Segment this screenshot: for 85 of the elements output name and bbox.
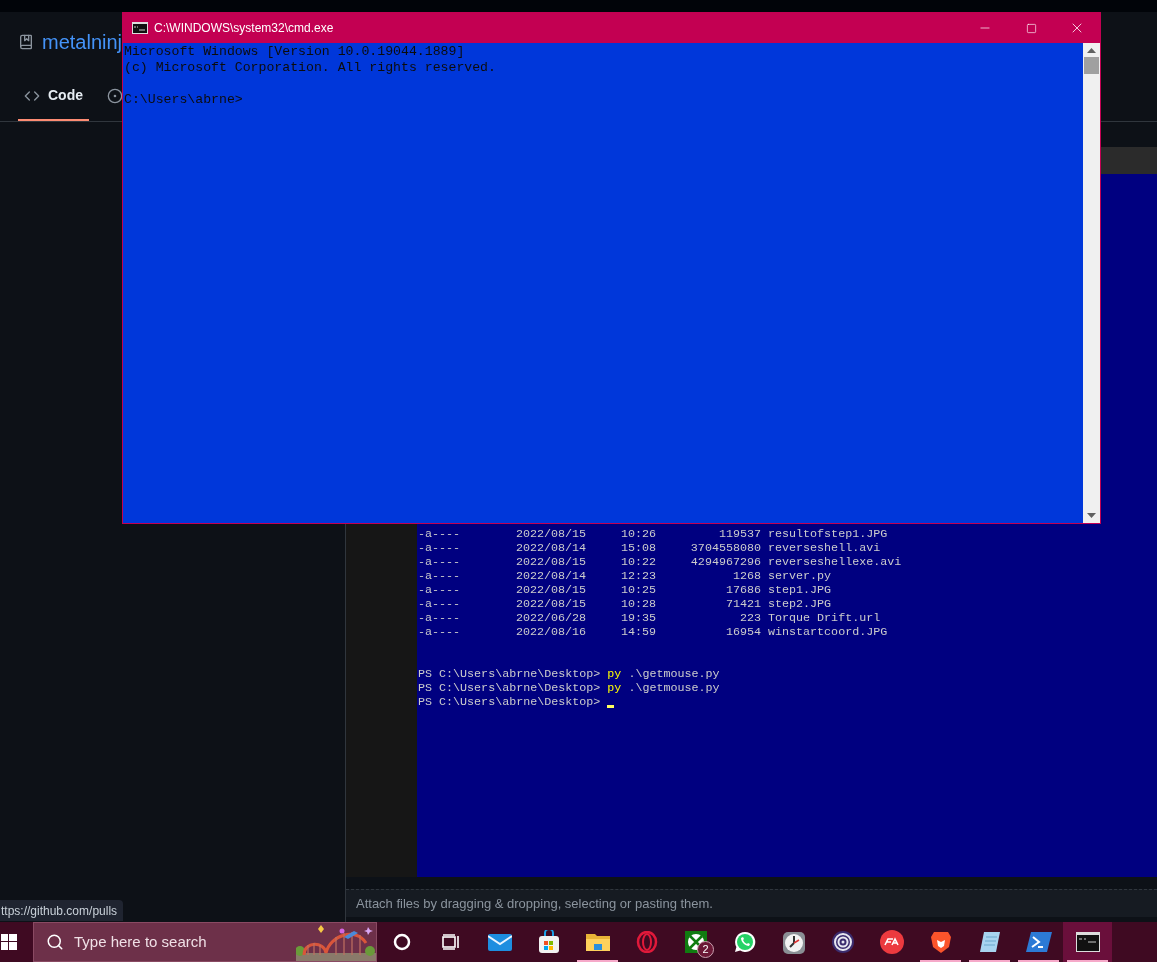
file-time: 19:35 <box>621 611 658 625</box>
file-time: 10:28 <box>621 597 658 611</box>
windows-logo-icon <box>1 934 17 950</box>
file-name: resultofstep1.JPG <box>768 527 888 541</box>
file-name: step1.JPG <box>768 583 832 597</box>
terminal-icon <box>1025 932 1052 952</box>
file-date: 2022/08/16 <box>516 625 588 639</box>
window-title: C:\WINDOWS\system32\cmd.exe <box>154 20 334 37</box>
attach-hint: Attach files by dragging & dropping, selecting or pasting them. <box>356 894 713 913</box>
file-mode: -a---- <box>418 597 462 611</box>
prompt-text: PS C:\Users\abrne\Desktop> <box>418 667 601 681</box>
file-length: 119537 <box>717 527 761 541</box>
sphere-icon <box>684 931 707 953</box>
swirl-icon <box>830 930 855 954</box>
file-length: 1268 <box>731 569 761 583</box>
circle-icon <box>392 933 411 951</box>
command-text: py <box>607 681 622 695</box>
envelope-icon <box>487 932 512 952</box>
repo-icon <box>18 34 34 50</box>
file-mode: -a---- <box>418 555 462 569</box>
file-date: 2022/08/14 <box>516 569 588 583</box>
console-icon <box>1075 932 1100 952</box>
file-mode: -a---- <box>418 611 462 625</box>
task-view-icon <box>441 934 460 950</box>
scroll-down-arrow-icon[interactable] <box>1087 513 1096 518</box>
file-mode: -a---- <box>418 569 462 583</box>
status-url-tooltip: ttps://github.com/pulls <box>0 900 124 921</box>
text-cursor <box>607 704 615 708</box>
scroll-thumb[interactable] <box>1084 57 1099 74</box>
file-name: step2.JPG <box>768 597 832 611</box>
command-text: py <box>607 667 622 681</box>
file-date: 2022/08/15 <box>516 555 588 569</box>
file-length: 3704558080 <box>689 541 761 555</box>
file-name: reverseshell.avi <box>768 541 881 555</box>
taskbar-app[interactable] <box>1063 922 1112 962</box>
shield-icon <box>929 930 952 954</box>
file-time: 14:59 <box>621 625 658 639</box>
console-prompt: C:\Users\abrne> <box>124 92 244 108</box>
file-name: reverseshellexe.avi <box>768 555 902 569</box>
repo-name[interactable]: metalninj <box>42 27 123 57</box>
file-mode: -a---- <box>418 625 462 639</box>
circle-dot-icon <box>107 87 123 104</box>
chat-bubble-icon <box>732 930 757 954</box>
prompt-text: PS C:\Users\abrne\Desktop> <box>418 681 601 695</box>
file-date: 2022/08/14 <box>516 541 588 555</box>
file-name: Torque Drift.url <box>768 611 881 625</box>
file-date: 2022/06/28 <box>516 611 588 625</box>
command-argument: .\getmouse.py <box>628 667 720 681</box>
taskbar-app[interactable]: 2 <box>671 922 720 962</box>
file-length: 223 <box>738 611 761 625</box>
file-mode: -a---- <box>418 527 462 541</box>
file-time: 10:25 <box>621 583 658 597</box>
clock-icon <box>781 929 806 955</box>
file-length: 71421 <box>724 597 761 611</box>
file-time: 10:22 <box>621 555 658 569</box>
command-argument: .\getmouse.py <box>628 681 720 695</box>
console-line: Microsoft Windows [Version 10.0.19044.1889] <box>124 44 466 60</box>
file-date: 2022/08/15 <box>516 597 588 611</box>
search-box[interactable]: Type here to search <box>33 922 377 962</box>
ring-icon <box>635 931 658 953</box>
shopping-bag-icon <box>537 930 560 954</box>
file-date: 2022/08/15 <box>516 583 588 597</box>
folder-icon <box>585 932 610 952</box>
search-icon <box>46 933 64 951</box>
scroll-up-arrow-icon[interactable] <box>1087 48 1096 53</box>
search-placeholder: Type here to search <box>74 931 207 952</box>
file-mode: -a---- <box>418 541 462 555</box>
file-date: 2022/08/15 <box>516 527 588 541</box>
file-length: 17686 <box>724 583 761 597</box>
file-name: winstartcoord.JPG <box>768 625 888 639</box>
file-length: 4294967296 <box>689 555 761 569</box>
notepad-icon <box>977 930 1002 954</box>
console-line: (c) Microsoft Corporation. All rights reserved. <box>124 60 497 76</box>
file-time: 10:26 <box>621 527 658 541</box>
file-time: 12:23 <box>621 569 658 583</box>
circle-logo-icon <box>879 930 904 954</box>
maximize-icon <box>1025 22 1037 34</box>
prompt-text: PS C:\Users\abrne\Desktop> <box>418 695 601 709</box>
console-icon <box>132 22 148 34</box>
file-length: 16954 <box>724 625 761 639</box>
file-name: server.py <box>768 569 832 583</box>
file-mode: -a---- <box>418 583 462 597</box>
notification-badge: 2 <box>697 941 714 958</box>
repo-tab[interactable]: Code <box>18 72 89 121</box>
file-time: 15:08 <box>621 541 658 555</box>
